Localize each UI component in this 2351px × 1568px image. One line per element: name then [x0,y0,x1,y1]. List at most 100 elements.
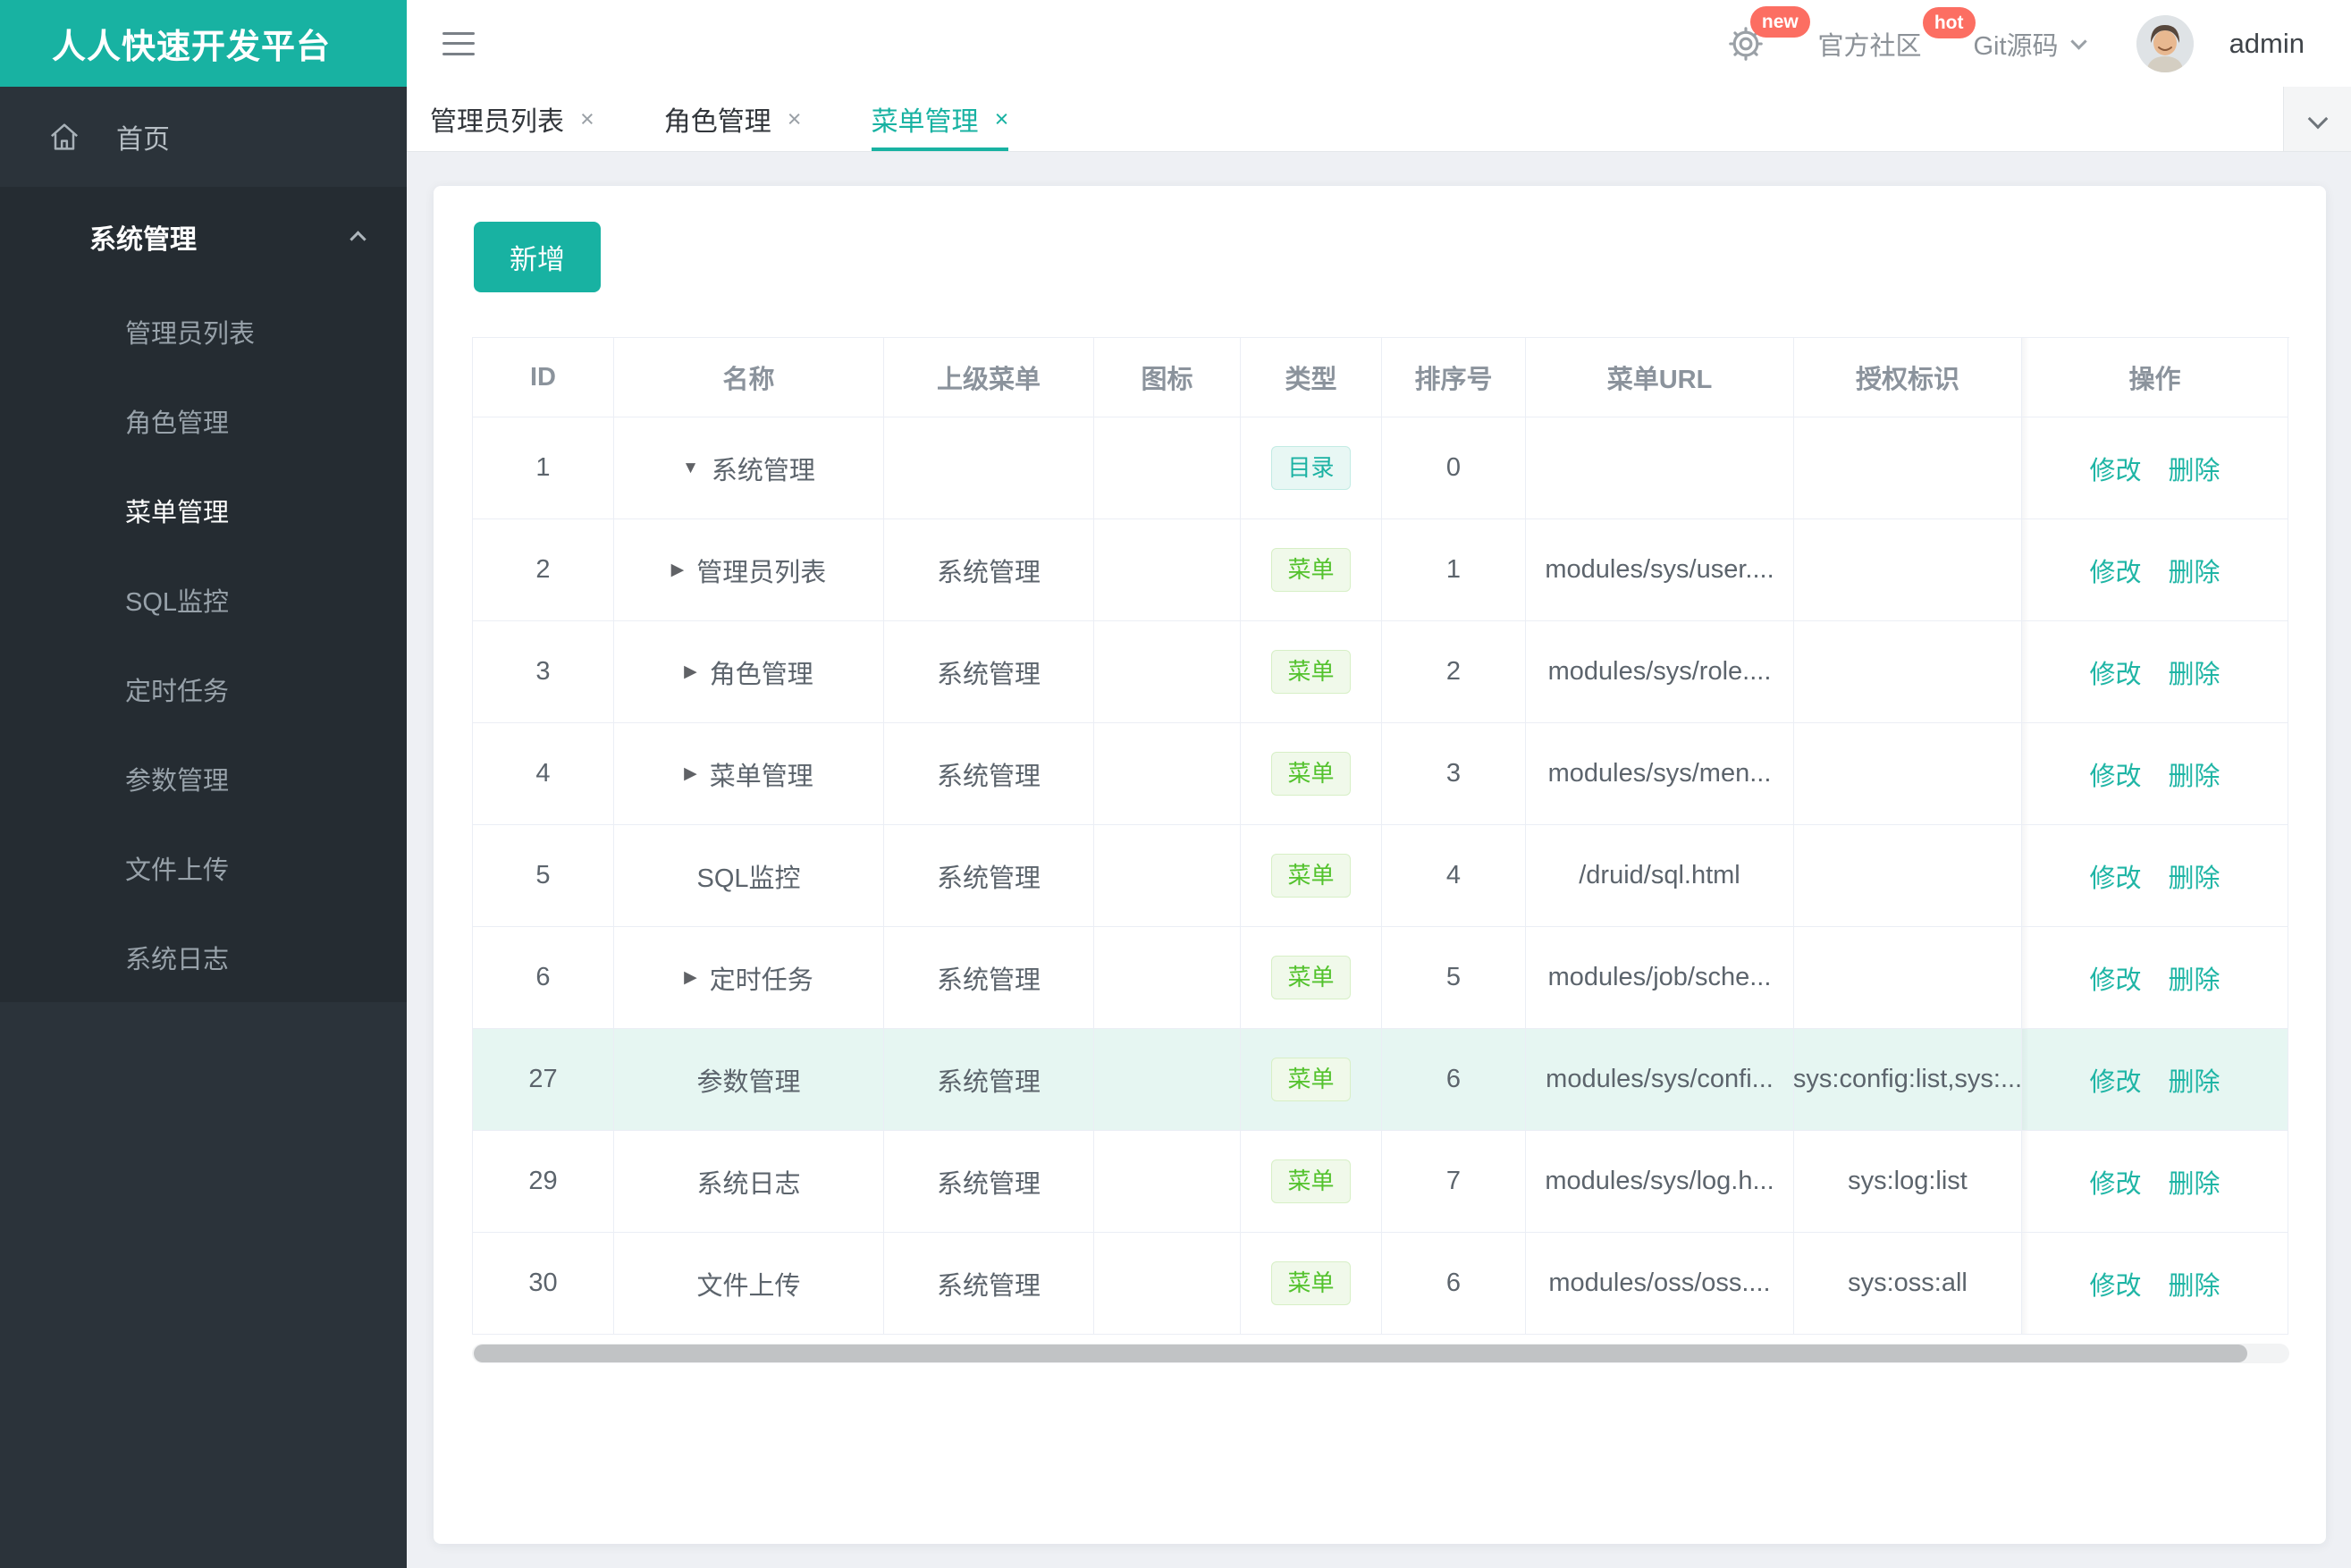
chevron-down-icon [2307,108,2328,130]
menu-name: 管理员列表 [696,558,827,587]
horizontal-scrollbar[interactable] [472,1344,2289,1363]
edit-link[interactable]: 修改 [2089,959,2141,997]
delete-link[interactable]: 删除 [2169,1163,2220,1201]
sidebar-item-home[interactable]: 首页 [0,87,407,187]
cell-actions: 修改 删除 [2022,927,2288,1029]
type-badge: 菜单 [1271,853,1351,898]
delete-link[interactable]: 删除 [2169,1061,2220,1099]
header-nav: new 官方社区 hot Git源码 admin [1726,5,2305,72]
cell-parent-menu: 系统管理 [884,1029,1094,1131]
table-row[interactable]: 1 ▼ 系统管理 目录 0 修改 删除 [473,417,2289,519]
delete-link[interactable]: 删除 [2169,450,2220,487]
cell-perms [1794,723,2022,825]
type-badge: 菜单 [1271,1260,1351,1306]
delete-link[interactable]: 删除 [2169,1265,2220,1302]
cell-order: 6 [1382,1233,1526,1335]
cell-name: 系统日志 [614,1131,884,1233]
edit-link[interactable]: 修改 [2089,450,2141,487]
menu-name: 参数管理 [696,1067,801,1097]
edit-link[interactable]: 修改 [2089,755,2141,793]
table-row[interactable]: 5 SQL监控 系统管理 菜单 4/druid/sql.html 修改 删除 [473,825,2289,927]
cell-actions: 修改 删除 [2022,1131,2288,1233]
git-source-link[interactable]: Git源码 [1974,25,2087,63]
cell-type: 菜单 [1241,621,1382,723]
cell-order: 7 [1382,1131,1526,1233]
sidebar-subitem[interactable]: SQL监控 [0,555,407,645]
type-badge: 菜单 [1271,1159,1351,1204]
sidebar-subitem[interactable]: 参数管理 [0,734,407,823]
add-button[interactable]: 新增 [474,222,601,292]
avatar[interactable] [2136,14,2194,72]
username[interactable]: admin [2229,28,2305,60]
tab-close-icon[interactable]: × [788,105,802,133]
tabbar: 管理员列表 × 角色管理 × 菜单管理 × [407,87,2351,152]
sidebar-subitem[interactable]: 菜单管理 [0,466,407,555]
cell-order: 6 [1382,1029,1526,1131]
sidebar-subitem[interactable]: 定时任务 [0,645,407,734]
cell-actions: 修改 删除 [2022,417,2288,519]
table-row[interactable]: 2 ▶ 管理员列表 系统管理 菜单 1 modules/sys/user.... 修改 删除 [473,519,2289,621]
tree-collapse-icon[interactable]: ▶ [684,662,697,682]
cell-name: SQL监控 [614,825,884,927]
tree-collapse-icon[interactable]: ▶ [684,763,697,784]
tab[interactable]: 菜单管理 × [871,87,1009,151]
cell-url: /druid/sql.html [1526,825,1794,927]
tab-close-icon[interactable]: × [995,105,1009,133]
app-root: 人人快速开发平台 new 官方社区 hot Git源码 admin 首页 系统管… [0,0,2351,1568]
cell-type: 菜单 [1241,723,1382,825]
table-row[interactable]: 29 系统日志 系统管理 菜单 7 modules/sys/log.h... sys:log… [473,1131,2289,1233]
tabs-collapse-button[interactable] [2283,87,2351,151]
sidebar-subitem[interactable]: 角色管理 [0,376,407,466]
delete-link[interactable]: 删除 [2169,552,2220,589]
delete-link[interactable]: 删除 [2169,755,2220,793]
cell-parent-menu [884,417,1094,519]
edit-link[interactable]: 修改 [2089,1265,2141,1302]
cell-url: modules/sys/role.... [1526,621,1794,723]
cell-url: modules/sys/user.... [1526,519,1794,621]
community-link[interactable]: 官方社区 hot [1817,6,1976,63]
table-row[interactable]: 27 参数管理 系统管理 菜单 6 modules/sys/confi... sys:con… [473,1029,2289,1131]
table-row[interactable]: 4 ▶ 菜单管理 系统管理 菜单 3 modules/sys/men... 修改 删除 [473,723,2289,825]
cell-order: 3 [1382,723,1526,825]
edit-link[interactable]: 修改 [2089,552,2141,589]
sidebar-home-label: 首页 [116,125,170,155]
cell-perms: sys:oss:all [1794,1233,2022,1335]
table-header-cell: 名称 [614,338,884,417]
tab-close-icon[interactable]: × [580,105,594,133]
sidebar-subitem[interactable]: 管理员列表 [0,287,407,376]
tab[interactable]: 管理员列表 × [430,87,594,151]
cell-type: 目录 [1241,417,1382,519]
delete-link[interactable]: 删除 [2169,959,2220,997]
delete-link[interactable]: 删除 [2169,857,2220,895]
menu-name: 菜单管理 [709,762,813,791]
tree-collapse-icon[interactable]: ▶ [671,560,685,580]
cell-parent-menu: 系统管理 [884,621,1094,723]
sidebar-item-system-management[interactable]: 系统管理 [0,187,407,287]
cell-type: 菜单 [1241,1029,1382,1131]
tab[interactable]: 角色管理 × [664,87,802,151]
edit-link[interactable]: 修改 [2089,857,2141,895]
scrollbar-thumb[interactable] [474,1345,2247,1362]
tree-collapse-icon[interactable]: ▶ [684,967,697,988]
header-bar: new 官方社区 hot Git源码 admin [407,0,2351,87]
settings-button[interactable]: new [1726,5,1810,63]
table-row[interactable]: 30 文件上传 系统管理 菜单 6 modules/oss/oss.... sys:oss:… [473,1233,2289,1335]
cell-name: ▶ 定时任务 [614,927,884,1029]
table-row[interactable]: 3 ▶ 角色管理 系统管理 菜单 2 modules/sys/role.... 修改 删除 [473,621,2289,723]
edit-link[interactable]: 修改 [2089,653,2141,691]
edit-link[interactable]: 修改 [2089,1061,2141,1099]
cell-name: ▶ 菜单管理 [614,723,884,825]
table-row[interactable]: 6 ▶ 定时任务 系统管理 菜单 5 modules/job/sche... 修改 删除 [473,927,2289,1029]
chevron-up-icon [350,231,367,248]
cell-parent-menu: 系统管理 [884,723,1094,825]
sidebar-subitem[interactable]: 文件上传 [0,823,407,913]
cell-icon [1094,927,1241,1029]
cell-icon [1094,417,1241,519]
sidebar-toggle-icon[interactable] [442,31,475,55]
edit-link[interactable]: 修改 [2089,1163,2141,1201]
tree-expand-icon[interactable]: ▼ [682,459,699,478]
type-badge: 目录 [1271,445,1351,491]
delete-link[interactable]: 删除 [2169,653,2220,691]
table-header-cell: 类型 [1241,338,1382,417]
sidebar-subitem[interactable]: 系统日志 [0,913,407,1002]
